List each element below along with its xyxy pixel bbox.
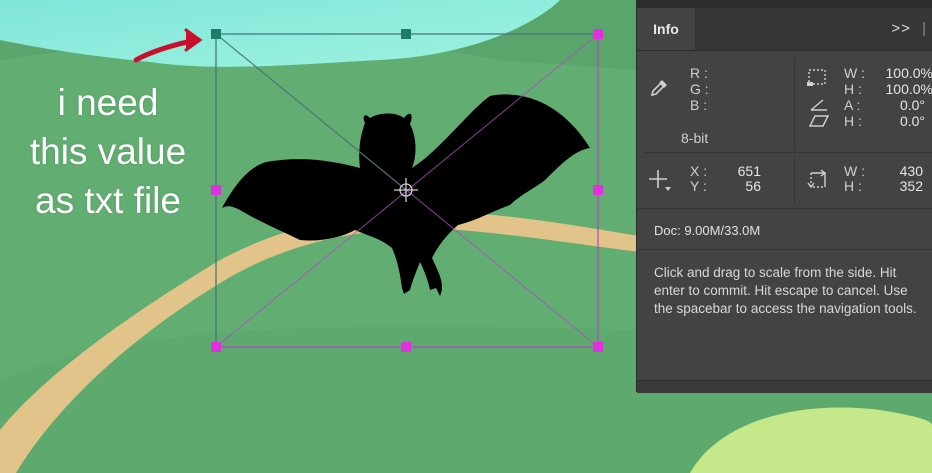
pos-y-label: Y :	[690, 178, 707, 194]
pos-x-value: 651	[737, 163, 761, 179]
divider-top	[794, 58, 795, 150]
handle-top-middle[interactable]	[401, 29, 411, 39]
bit-depth: 8-bit	[681, 130, 709, 146]
panel-topbar	[637, 0, 932, 8]
angle-icon	[810, 99, 827, 111]
skew-icon	[809, 115, 829, 127]
eyedropper-icon	[650, 80, 667, 97]
skew-h-label: H :	[844, 113, 862, 129]
size-icon	[807, 169, 827, 189]
r-label: R :	[690, 65, 708, 81]
g-label: G :	[690, 81, 709, 97]
handle-middle-left[interactable]	[211, 185, 221, 195]
scale-w-value: 100.0%	[885, 65, 932, 81]
skew-h-value: 0.0°	[899, 113, 925, 129]
annotation-line-3: as txt file	[35, 180, 181, 221]
handle-bottom-left[interactable]	[211, 342, 221, 352]
pos-y-value: 56	[745, 178, 761, 194]
size-h-value: 352	[899, 178, 923, 194]
annotation-line-1: i need	[57, 82, 159, 123]
size-w-label: W :	[844, 163, 865, 179]
handle-top-right[interactable]	[593, 29, 603, 39]
annotation-text: i need this value as txt file	[10, 78, 206, 225]
annotation-line-2: this value	[29, 131, 187, 172]
scale-h-label: H :	[844, 81, 862, 97]
size-w-value: 430	[899, 163, 923, 179]
handle-top-left[interactable]	[211, 29, 221, 39]
handle-bottom-right[interactable]	[593, 342, 603, 352]
b-label: B :	[690, 97, 708, 113]
size-h-label: H :	[844, 178, 862, 194]
pos-x-label: X :	[690, 163, 708, 179]
tab-info[interactable]: Info	[637, 8, 695, 50]
panel-menu-button[interactable]: >> |	[891, 8, 927, 50]
crosshair-icon	[649, 170, 671, 191]
doc-size: Doc: 9.00M/33.0M	[654, 223, 761, 238]
scale-icon	[807, 69, 826, 86]
info-panel: Info >> | R : G : B : 8-bit W : 100.0% H…	[636, 0, 932, 393]
divider-bottom	[794, 156, 795, 204]
help-text: Click and drag to scale from the side. H…	[654, 265, 917, 316]
panel-menu-icon[interactable]: >>	[891, 20, 911, 37]
doc-row: Doc: 9.00M/33.0M	[637, 208, 932, 250]
divider-mid	[645, 152, 932, 153]
handle-middle-right[interactable]	[593, 185, 603, 195]
handle-bottom-middle[interactable]	[401, 342, 411, 352]
panel-menu-separator: |	[922, 20, 927, 37]
angle-a-value: 0.0°	[899, 97, 925, 113]
angle-a-label: A :	[844, 97, 861, 113]
scale-h-value: 100.0%	[885, 81, 932, 97]
panel-bottom-bar	[637, 380, 932, 393]
scale-w-label: W :	[844, 65, 865, 81]
